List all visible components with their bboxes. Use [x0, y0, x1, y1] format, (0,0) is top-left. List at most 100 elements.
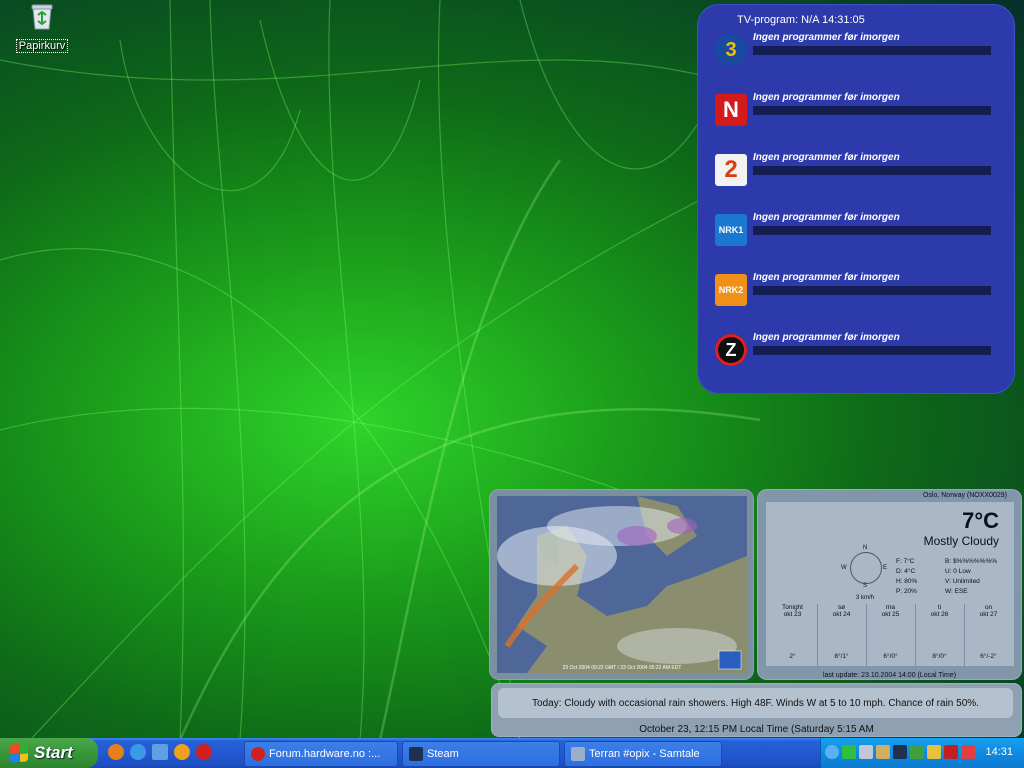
weather-stats-left: F: 7°C D: 4°C H: 80% P: 20% — [896, 557, 917, 597]
tv-widget-header: TV-program: N/A 14:31:05 — [737, 14, 865, 26]
channel-logo-icon: 2 — [715, 154, 747, 186]
stat-uv: U: 0 Low — [945, 568, 971, 575]
stat-barometer: B: $%%%%%%% — [945, 558, 998, 565]
chat-icon — [571, 747, 585, 761]
steam-icon[interactable] — [893, 745, 907, 759]
quick-launch — [108, 744, 212, 760]
forecast-day-name: ti — [937, 604, 942, 611]
recycle-bin-label: Papirkurv — [15, 39, 69, 53]
radar-map-image[interactable]: 23 Oct 2004 09:22 GMT / 23 Oct 2004 05:2… — [497, 496, 747, 673]
chart-icon[interactable] — [961, 745, 975, 759]
forecast-temp: 6°/-2° — [980, 653, 997, 660]
local-time-text: October 23, 12:15 PM Local Time (Saturda… — [639, 724, 874, 735]
opera-icon — [251, 747, 265, 761]
start-label: Start — [34, 743, 73, 762]
tray-clock[interactable]: 14:31 — [985, 746, 1013, 758]
forecast-temp: 8°/1° — [834, 653, 849, 660]
weather-widget: Oslo, Norway (NOXX0029) 7°C Mostly Cloud… — [757, 489, 1022, 680]
forecast-temp: 6°/0° — [883, 653, 898, 660]
recycle-bin-shortcut[interactable]: Papirkurv — [14, 2, 70, 53]
forecast-date: okt 23 — [783, 611, 802, 618]
forecast-text-widget: Today: Cloudy with occasional rain showe… — [491, 683, 1022, 737]
forecast-date: okt 27 — [979, 611, 998, 618]
tv-channel-row[interactable]: 3 Ingen programmer før imorgen — [715, 32, 995, 74]
weather-radar-widget: 23 Oct 2004 09:22 GMT / 23 Oct 2004 05:2… — [489, 489, 754, 680]
tv-channel-row[interactable]: Z Ingen programmer før imorgen — [715, 332, 995, 374]
taskbar-button-forum[interactable]: Forum.hardware.no :... — [244, 741, 398, 767]
monitor-icon[interactable] — [910, 745, 924, 759]
forecast-day-name: on — [984, 604, 993, 611]
forecast-temp: 8°/0° — [932, 653, 947, 660]
forecast-day[interactable]: ma okt 25 6°/0° — [866, 604, 916, 666]
channel-program-text: Ingen programmer før imorgen — [753, 92, 900, 103]
channel-logo-icon: NRK1 — [715, 214, 747, 246]
media-player-icon[interactable] — [174, 744, 190, 760]
forecast-date: okt 26 — [930, 611, 949, 618]
weather-stats-right: B: $%%%%%%% U: 0 Low V: Unlimited W: ESE — [945, 557, 997, 597]
stat-humidity: H: 80% — [896, 578, 918, 585]
network-icon[interactable] — [842, 745, 856, 759]
channel-program-text: Ingen programmer før imorgen — [753, 332, 900, 343]
channel-program-text: Ingen programmer før imorgen — [753, 272, 900, 283]
taskbar: Start Forum.hardware.no :... Steam Terra… — [0, 738, 1024, 768]
program-progress-bar — [753, 346, 991, 355]
channel-logo-icon: N — [715, 94, 747, 126]
folder-icon[interactable] — [927, 745, 941, 759]
users-icon[interactable] — [876, 745, 890, 759]
forecast-strip: Tonight okt 23 2° sø okt 24 8°/1° ma okt… — [768, 604, 1014, 666]
forecast-date: okt 24 — [832, 611, 851, 618]
tv-channel-row[interactable]: 2 Ingen programmer før imorgen — [715, 152, 995, 194]
radar-timestamp: 23 Oct 2004 09:22 GMT / 23 Oct 2004 05:2… — [562, 665, 682, 671]
stat-feels-like: F: 7°C — [896, 558, 915, 565]
taskbar-button-steam[interactable]: Steam — [402, 741, 560, 767]
internet-explorer-icon[interactable] — [130, 744, 146, 760]
stat-visibility: V: Unlimited — [945, 578, 980, 585]
tv-channel-row[interactable]: NRK2 Ingen programmer før imorgen — [715, 272, 995, 314]
system-tray: 14:31 — [820, 738, 1024, 768]
sound-icon[interactable] — [859, 745, 873, 759]
weather-last-update: last update: 23.10.2004 14:00 (Local Tim… — [822, 672, 957, 679]
forecast-day-name: ma — [885, 604, 896, 611]
firefox-icon[interactable] — [108, 744, 124, 760]
taskbar-button-chat[interactable]: Terran #opix - Samtale — [564, 741, 722, 767]
forecast-day[interactable]: on okt 27 6°/-2° — [964, 604, 1013, 666]
program-progress-bar — [753, 286, 991, 295]
opera-icon[interactable] — [196, 744, 212, 760]
current-condition: Mostly Cloudy — [923, 534, 999, 548]
start-button[interactable]: Start — [0, 738, 98, 768]
program-progress-bar — [753, 46, 991, 55]
program-progress-bar — [753, 226, 991, 235]
recycle-bin-icon — [29, 2, 55, 30]
task-label: Steam — [427, 748, 459, 760]
chevron-left-icon[interactable] — [825, 745, 839, 759]
stat-precip: P: 20% — [896, 588, 917, 595]
compass-e: E — [883, 565, 888, 571]
channel-logo-icon: 3 — [715, 34, 747, 66]
forecast-day[interactable]: Tonight okt 23 2° — [768, 604, 818, 666]
stat-dew-point: D: 4°C — [896, 568, 916, 575]
program-progress-bar — [753, 166, 991, 175]
notepad-icon[interactable] — [152, 744, 168, 760]
task-label: Terran #opix - Samtale — [589, 748, 700, 760]
channel-logo-icon: NRK2 — [715, 274, 747, 306]
weather-location: Oslo, Norway (NOXX0029) — [922, 492, 1007, 499]
channel-program-text: Ingen programmer før imorgen — [753, 32, 900, 43]
stat-wind-dir: W: ESE — [945, 588, 968, 595]
compass-w: W — [841, 565, 847, 571]
channel-program-text: Ingen programmer før imorgen — [753, 152, 900, 163]
compass-s: S — [863, 583, 868, 589]
channel-program-text: Ingen programmer før imorgen — [753, 212, 900, 223]
windows-logo-icon — [10, 743, 28, 763]
wind-compass-icon: N E S W — [841, 545, 887, 589]
forecast-day[interactable]: sø okt 24 8°/1° — [817, 604, 867, 666]
task-label: Forum.hardware.no :... — [269, 748, 381, 760]
current-temperature: 7°C — [962, 508, 999, 533]
forecast-day[interactable]: ti okt 26 8°/0° — [915, 604, 965, 666]
tv-channel-row[interactable]: NRK1 Ingen programmer før imorgen — [715, 212, 995, 254]
steam-icon — [409, 747, 423, 761]
ati-icon[interactable] — [944, 745, 958, 759]
program-progress-bar — [753, 106, 991, 115]
tv-channel-row[interactable]: N Ingen programmer før imorgen — [715, 92, 995, 134]
tv-program-widget: TV-program: N/A 14:31:05 3 Ingen program… — [697, 4, 1015, 394]
wind-speed: 3 km/h — [856, 595, 875, 601]
